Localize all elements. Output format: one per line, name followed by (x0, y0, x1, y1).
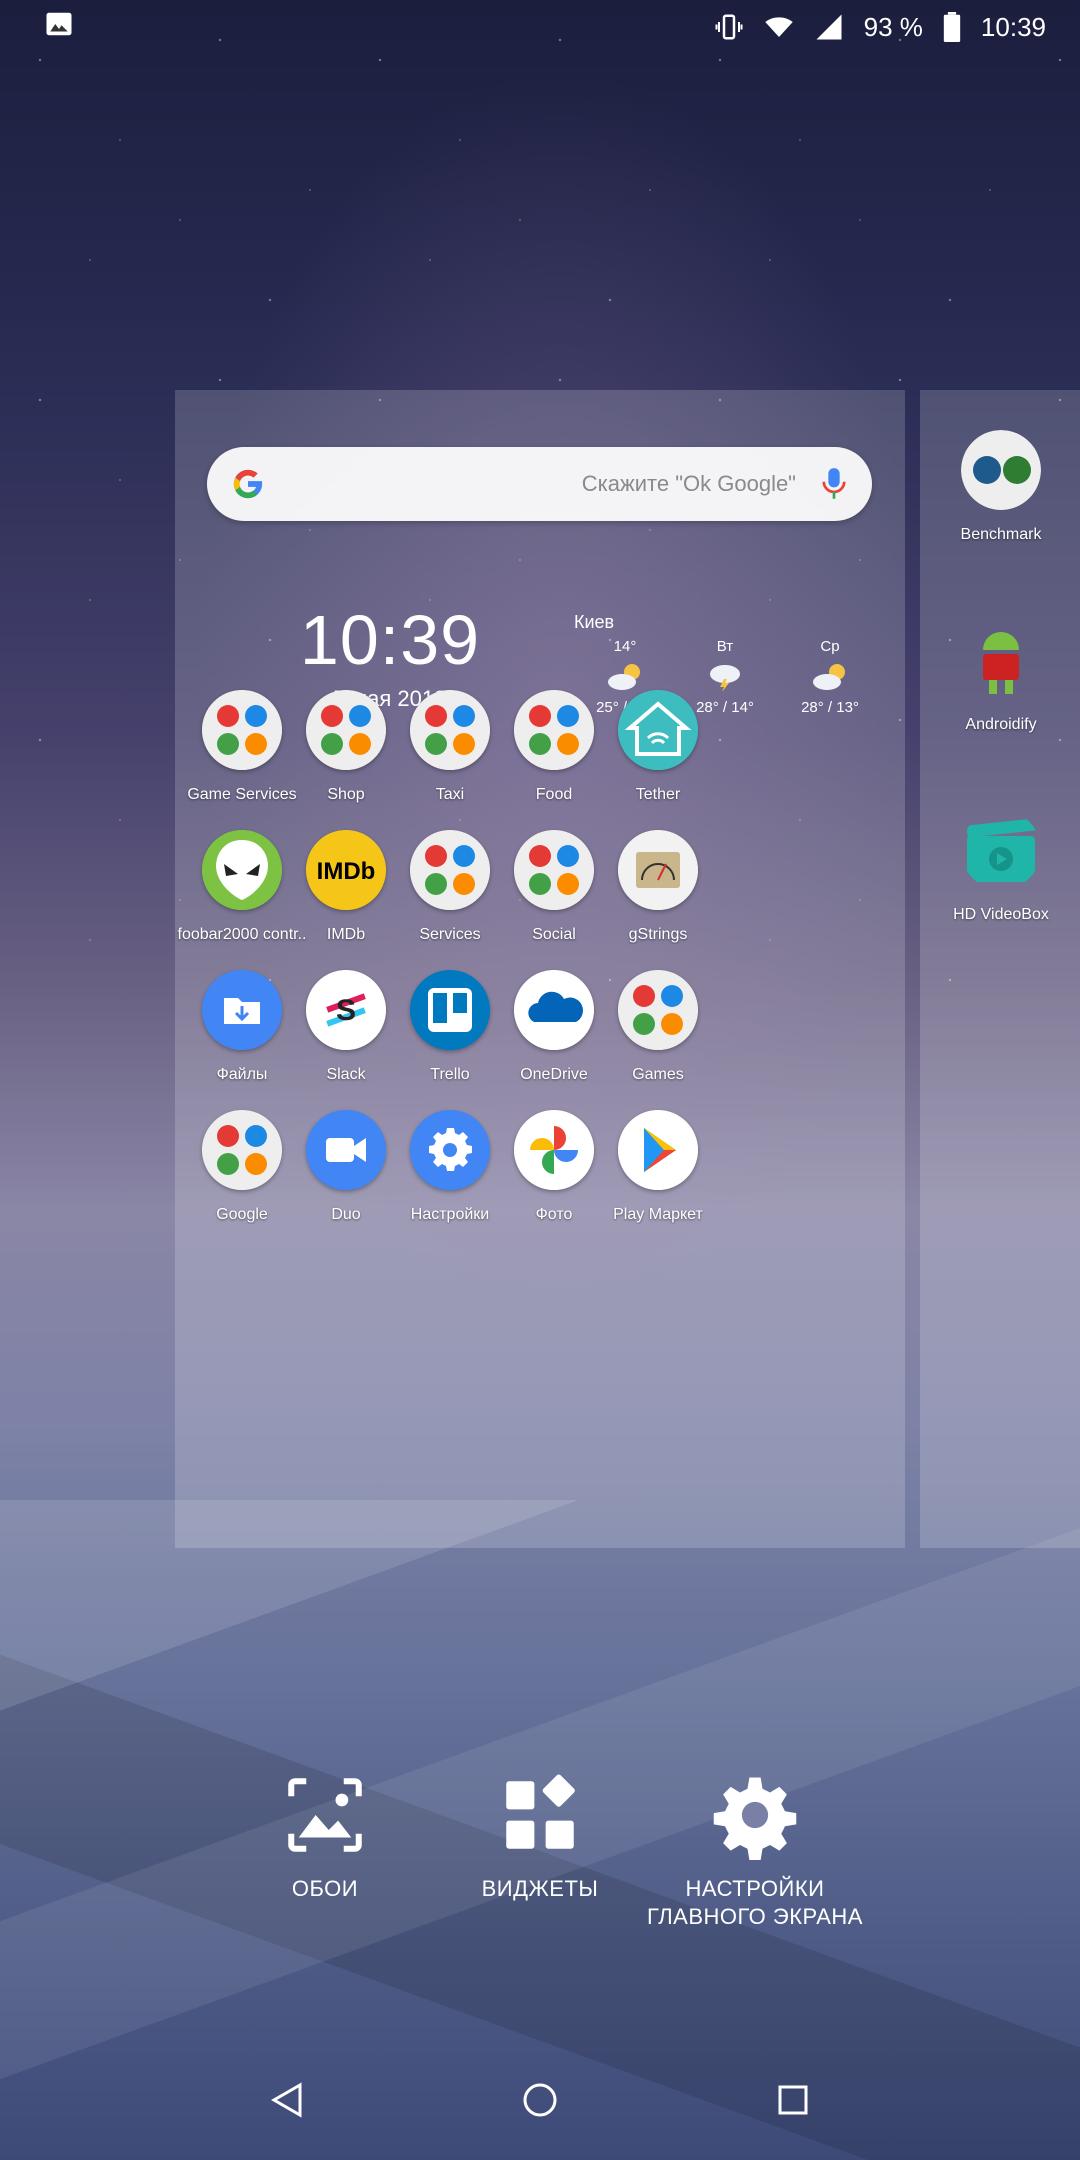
widgets-option[interactable]: ВИДЖЕТЫ (430, 1770, 650, 1903)
wallpaper-label: ОБОИ (291, 1876, 359, 1901)
gallery-notification-icon (44, 9, 74, 46)
weather-day-3: Ср 28° / 13° (801, 638, 859, 716)
folder-icon (202, 1110, 282, 1190)
app-label: HD VideoBox (953, 906, 1049, 923)
files-icon (202, 970, 282, 1050)
android-icon (961, 620, 1041, 700)
wallpaper-icon (288, 1778, 362, 1852)
folder-icon (202, 690, 282, 770)
svg-text:S: S (336, 994, 356, 1027)
google-search-bar[interactable]: Скажите "Ok Google" (207, 447, 872, 521)
app-hd-videobox[interactable]: HD VideoBox (926, 810, 1076, 924)
status-time: 10:39 (980, 11, 1046, 42)
battery-percent: 93 % (863, 11, 923, 42)
folder-icon (410, 830, 490, 910)
svg-text:IMDb: IMDb (317, 858, 376, 885)
benchmark-icon (961, 430, 1041, 510)
alien-icon (202, 830, 282, 910)
wallpaper-option[interactable]: ОБОИ (215, 1770, 435, 1903)
home-button[interactable] (510, 2070, 570, 2130)
folder-icon (514, 690, 594, 770)
weather-city: Киев (574, 612, 615, 632)
app-tether[interactable]: Tether (583, 690, 733, 804)
clapper-icon (961, 810, 1041, 890)
mic-icon[interactable] (820, 467, 848, 501)
status-bar: 93 % 10:39 (0, 0, 1080, 54)
recents-button[interactable] (763, 2070, 823, 2130)
back-button[interactable] (257, 2070, 317, 2130)
trello-icon (410, 970, 490, 1050)
home-settings-label-1: НАСТРОЙКИ (685, 1876, 825, 1901)
app-label: Games (632, 1066, 684, 1083)
partly-sunny-icon (608, 664, 640, 690)
app-label: gStrings (628, 926, 688, 943)
app-benchmark[interactable]: Benchmark (926, 430, 1076, 544)
battery-icon (943, 12, 961, 42)
imdb-icon: IMDb (306, 830, 386, 910)
thunderstorm-icon (710, 665, 740, 692)
slack-icon: S (306, 970, 386, 1050)
navigation-bar (0, 2040, 1080, 2160)
home-wifi-icon (618, 690, 698, 770)
photos-icon (514, 1110, 594, 1190)
home-settings-label-2: ГЛАВНОГО ЭКРАНА (647, 1904, 863, 1929)
app-label: Play Маркет (613, 1206, 703, 1223)
home-circle-icon (523, 2083, 557, 2117)
app-gstrings[interactable]: gStrings (583, 830, 733, 944)
recents-icon (778, 2085, 808, 2115)
app-play-маркет[interactable]: Play Маркет (583, 1110, 733, 1224)
home-settings-option[interactable]: НАСТРОЙКИ ГЛАВНОГО ЭКРАНА (645, 1770, 865, 1931)
gear-icon (410, 1110, 490, 1190)
partly-sunny-icon (813, 664, 845, 690)
clock-time: 10:39 (299, 601, 481, 679)
onedrive-icon (514, 970, 594, 1050)
folder-icon (306, 690, 386, 770)
app-label: Androidify (965, 716, 1037, 733)
app-label: Tether (635, 786, 681, 803)
google-logo-icon (233, 469, 263, 499)
folder-icon (410, 690, 490, 770)
back-icon (270, 2082, 302, 2118)
wifi-icon (764, 17, 793, 37)
folder-icon (514, 830, 594, 910)
tuner-icon (618, 830, 698, 910)
app-label: Benchmark (960, 526, 1042, 543)
home-page-preview[interactable]: Скажите "Ok Google" 10:39 7 мая 2018 Кие… (175, 390, 905, 1548)
gear-icon (713, 1777, 797, 1860)
play-store-icon (618, 1110, 698, 1190)
duo-icon (306, 1110, 386, 1190)
vibrate-icon (715, 14, 743, 40)
next-page-preview[interactable]: Benchmark Androidify HD VideoBox (920, 390, 1080, 1548)
widgets-icon (506, 1774, 575, 1849)
signal-icon (816, 14, 842, 40)
app-androidify[interactable]: Androidify (926, 620, 1076, 734)
widgets-label: ВИДЖЕТЫ (481, 1876, 599, 1901)
app-games[interactable]: Games (583, 970, 733, 1084)
folder-icon (618, 970, 698, 1050)
search-hint: Скажите "Ok Google" (581, 471, 796, 496)
